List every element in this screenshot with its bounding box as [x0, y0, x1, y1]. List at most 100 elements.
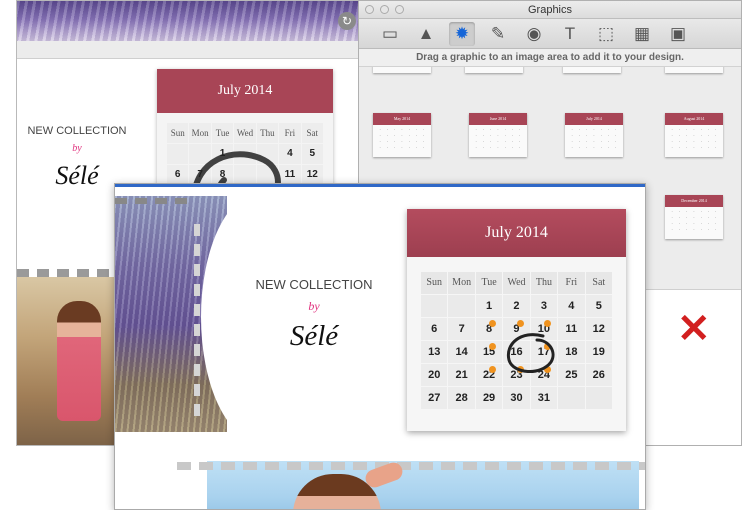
- calendar-thumbnail[interactable]: ··············: [665, 67, 723, 73]
- feather-icon[interactable]: ✎: [485, 22, 511, 46]
- calendar-day: [558, 387, 585, 409]
- calendar-day: 24: [530, 364, 558, 386]
- image-icon[interactable]: ▣: [665, 22, 691, 46]
- calendar-day: 9: [503, 318, 530, 340]
- calendar-day: 27: [421, 387, 448, 409]
- calendar-day: 25: [558, 364, 585, 386]
- calendar-day: [189, 144, 211, 164]
- calendar-day: 11: [558, 318, 585, 340]
- thumbnail-month: December 2014: [665, 195, 723, 207]
- calendar-day-label: 30: [510, 392, 523, 404]
- calendar-day-label: 2: [513, 300, 520, 312]
- calendar-day-label: 13: [428, 346, 441, 358]
- calendar-day: 6: [421, 318, 448, 340]
- refresh-icon[interactable]: ↻: [338, 12, 356, 30]
- calendar-day: [234, 144, 256, 164]
- calendar-month-header: July 2014: [157, 69, 333, 113]
- calendar-dow: Thu: [530, 272, 558, 294]
- calendar-day: 17: [530, 341, 558, 363]
- shape-icon[interactable]: ▲: [413, 22, 439, 46]
- calendar-dow: Fri: [279, 123, 301, 143]
- film-strip: [115, 198, 195, 204]
- calendar-day: 8: [211, 165, 234, 185]
- calendar-day: 14: [448, 341, 475, 363]
- calendar-thumbnail[interactable]: June 2014 · · · · · · · · · · · · · · · · · · · · · · · · · · · ·: [469, 113, 527, 157]
- calendar-day-label: 20: [428, 369, 441, 381]
- by-text: by: [308, 299, 320, 313]
- calendar-day: [585, 387, 612, 409]
- thumbnail-month: June 2014: [469, 113, 527, 125]
- calendar-thumbnail[interactable]: December 2014 · · · · · · · · · · · · · · · · · · · · · · · · · · ·…: [665, 195, 723, 239]
- starburst-icon[interactable]: ✹: [449, 21, 475, 46]
- film-strip: [177, 462, 645, 470]
- media-icon[interactable]: ◉: [521, 22, 547, 46]
- calendar-day-label: 6: [431, 323, 438, 335]
- calendar-day: 5: [585, 295, 612, 317]
- calendar-day: 7: [448, 318, 475, 340]
- brand-text: Sélé: [289, 320, 339, 352]
- calendar-dow: Fri: [558, 272, 585, 294]
- calendar-graphic[interactable]: July 2014 Sun Mon Tue Wed Thu Fri Sat 1 2 3 4 5 6 7 8 9…: [407, 209, 626, 431]
- calendar-day-label: 16: [510, 346, 523, 358]
- delete-icon[interactable]: ✕: [677, 309, 711, 349]
- calendar-day: 13: [421, 341, 448, 363]
- calendar-thumbnail[interactable]: August 2014 · · · · · · · · · · · · · · · · · · · · · · · · · · · ·: [665, 113, 723, 157]
- calendar-day: 30: [503, 387, 530, 409]
- calendar-day: [167, 144, 189, 164]
- calendar-day-label: 7: [458, 323, 465, 335]
- calendar-day: 1: [475, 295, 503, 317]
- event-dot: [516, 320, 524, 327]
- calendar-day: 15: [475, 341, 503, 363]
- calendar-day-label: 11: [565, 323, 578, 335]
- thumbnail-grid: · · · · · · · · · · · · · · · · · · · · · · · · · · · ·: [475, 128, 521, 150]
- calendar-dow: Wed: [503, 272, 530, 294]
- by-text: by: [72, 143, 82, 154]
- calendar-day-highlighted: 16: [503, 341, 530, 363]
- calendar-day: [234, 165, 256, 185]
- event-dot: [544, 343, 552, 350]
- calendar-day-label: 14: [455, 346, 468, 358]
- calendar-day-label: 21: [455, 369, 468, 381]
- calendar-dow: Sat: [585, 272, 612, 294]
- calendar-day: 6: [167, 165, 189, 185]
- text-icon[interactable]: T: [557, 22, 583, 46]
- calendar-thumbnail[interactable]: ··············: [465, 67, 523, 73]
- calendar-day: 22: [475, 364, 503, 386]
- selection-border: [115, 184, 645, 187]
- layout-icon[interactable]: ▭: [377, 22, 403, 46]
- pattern-icon[interactable]: ▦: [629, 22, 655, 46]
- event-dot: [544, 320, 552, 327]
- calendar-day: 31: [530, 387, 558, 409]
- calendar-day: 4: [558, 295, 585, 317]
- calendar-day: 3: [530, 295, 558, 317]
- calendar-dow: Thu: [256, 123, 279, 143]
- calendar-day-label: 27: [428, 392, 441, 404]
- model-figure: [57, 301, 101, 421]
- event-dot: [544, 366, 552, 373]
- calendar-day: 23: [503, 364, 530, 386]
- calendar-day-label: 4: [568, 300, 575, 312]
- thumbnail-grid: · · · · · · · · · · · · · · · · · · · · · · · · · · · ·: [571, 128, 617, 150]
- calendar-day-label: 3: [540, 300, 547, 312]
- calendar-day: 5: [301, 144, 323, 164]
- graphics-toolbar: ▭ ▲ ✹ ✎ ◉ T ⬚ ▦ ▣: [359, 19, 741, 49]
- calendar-day: 11: [279, 165, 301, 185]
- calendar-day-label: 25: [565, 369, 578, 381]
- calendar-day-label: 31: [537, 392, 551, 404]
- event-dot: [489, 320, 497, 327]
- calendar-thumbnail[interactable]: May 2014 · · · · · · · · · · · · · · · · · · · · · · · · · · · ·: [373, 113, 431, 157]
- calendar-month-header: July 2014: [407, 209, 626, 257]
- calendar-day: [448, 295, 475, 317]
- calendar-thumbnail[interactable]: ··············: [373, 67, 431, 73]
- calendar-thumbnail[interactable]: ··············: [563, 67, 621, 73]
- thumbnail-grid: · · · · · · · · · · · · · · · · · · · · · · · · · · · ·: [379, 128, 425, 150]
- front-design-page[interactable]: NEW COLLECTION by Sélé July 2014 Sun Mon T…: [114, 183, 646, 510]
- design-strip: [17, 41, 365, 59]
- selection-icon[interactable]: ⬚: [593, 22, 619, 46]
- calendar-dow: Tue: [475, 272, 503, 294]
- thumbnail-month: August 2014: [665, 113, 723, 125]
- calendar-day: 28: [448, 387, 475, 409]
- calendar-day: 21: [448, 364, 475, 386]
- calendar-thumbnail[interactable]: July 2014 · · · · · · · · · · · · · · · · · · · · · · · · · · · ·: [565, 113, 623, 157]
- calendar-dow: Sun: [167, 123, 189, 143]
